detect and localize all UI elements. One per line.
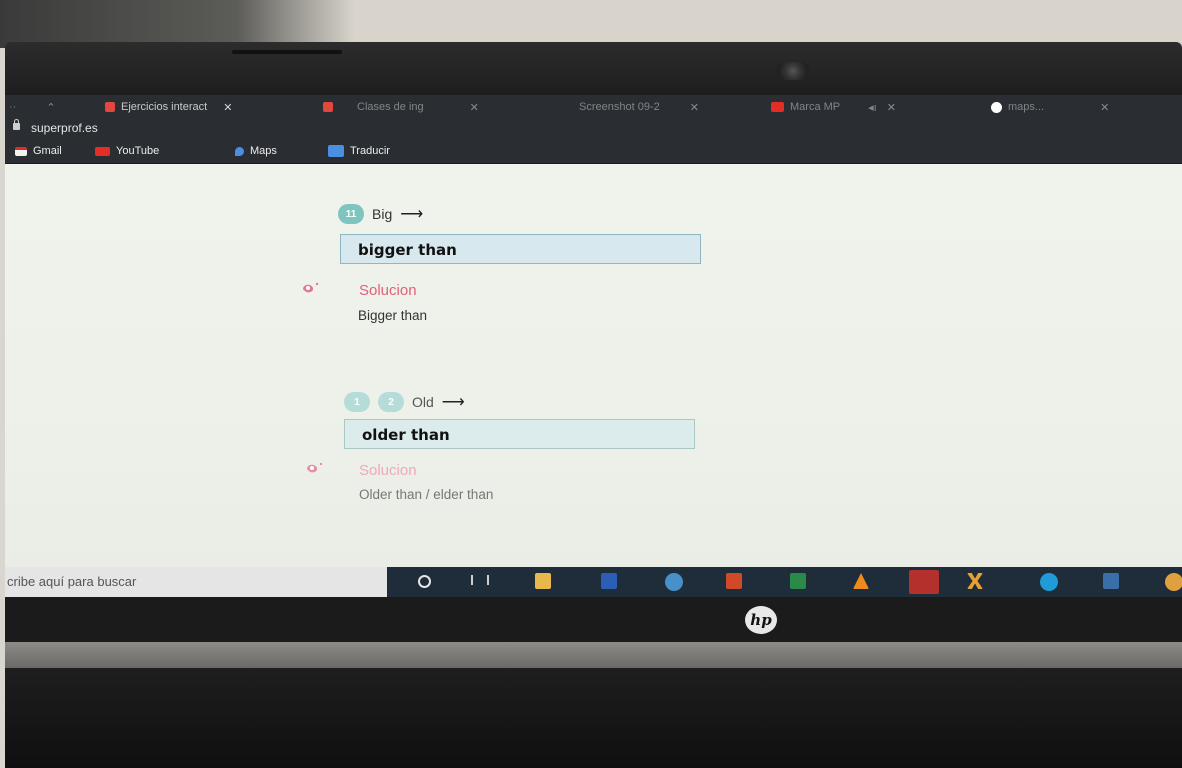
excel-icon[interactable] <box>790 573 806 589</box>
edge-icon[interactable] <box>1040 573 1058 591</box>
bookmark-label: Traducir <box>350 145 390 157</box>
google-icon <box>991 101 1002 113</box>
tab-title: Screenshot 09-2 <box>579 101 660 113</box>
bookmarks-bar: Gmail YouTube Maps Traducir <box>5 139 1182 164</box>
youtube-icon <box>771 102 784 112</box>
acrobat-icon[interactable] <box>909 570 939 594</box>
word-icon[interactable] <box>601 573 617 589</box>
windows-taskbar: cribe aquí para buscar <box>5 567 1182 597</box>
exercise-number-badge: 11 <box>338 204 364 224</box>
close-icon[interactable]: ✕ <box>690 101 699 114</box>
tab-edge-icon: ·· <box>9 101 17 113</box>
tab-title: maps... <box>1008 101 1045 113</box>
url-text[interactable]: superprof.es <box>31 121 98 135</box>
bookmark-gmail[interactable]: Gmail <box>15 145 62 157</box>
browser-tab-1[interactable]: Ejercicios interact ✕ <box>105 99 232 115</box>
lock-icon <box>13 119 20 130</box>
audio-icon[interactable]: ◂ı <box>868 101 877 114</box>
solution-text: Bigger than <box>358 308 428 323</box>
cortana-icon[interactable] <box>418 575 431 588</box>
tab-title: Marca MP <box>790 101 841 113</box>
browser-tab-0[interactable]: ·· ⌃ <box>9 99 56 115</box>
taskbar-search-input[interactable]: cribe aquí para buscar <box>5 567 387 597</box>
powerpoint-icon[interactable] <box>726 573 742 589</box>
bookmark-youtube[interactable]: YouTube <box>95 145 159 157</box>
browser-tab-5[interactable]: maps... ✕ <box>991 99 1109 115</box>
solution-label: Solucion <box>359 462 417 479</box>
browser-tab-3[interactable]: Screenshot 09-2 ✕ <box>579 99 699 115</box>
file-explorer-icon[interactable] <box>535 573 551 589</box>
prompt-word: Old <box>412 394 434 410</box>
webcam <box>776 62 810 80</box>
background-room <box>0 0 1182 48</box>
bookmark-label: Gmail <box>33 145 62 157</box>
browser-tab-4[interactable]: Marca MP ◂ı ✕ <box>771 99 896 115</box>
bookmark-translate[interactable]: Traducir <box>328 145 390 157</box>
vlc-icon[interactable] <box>853 573 869 589</box>
tab-title: Ejercicios interact <box>121 101 208 113</box>
chrome-icon[interactable] <box>665 573 683 591</box>
laptop-bottom-bezel <box>5 597 1182 642</box>
superprof-icon <box>105 102 115 112</box>
laptop-screen: ·· ⌃ Ejercicios interact ✕ Clases de ing… <box>5 95 1182 597</box>
arrow-right-icon: ⟶ <box>400 206 424 223</box>
task-view-icon[interactable] <box>471 575 489 585</box>
arrow-right-icon: ⟶ <box>441 394 465 411</box>
solution-text: Older than / elder than <box>359 487 494 502</box>
translate-icon <box>328 145 344 157</box>
maps-icon <box>235 146 244 156</box>
media-icon[interactable] <box>1103 573 1119 589</box>
superprof-icon <box>323 102 333 112</box>
laptop-base <box>5 668 1182 768</box>
xmind-icon[interactable] <box>967 573 983 589</box>
solution-icon <box>303 282 319 293</box>
app-icon[interactable] <box>1165 573 1182 591</box>
youtube-icon <box>95 146 110 156</box>
exercise-prompt-11: 11 Big ⟶ <box>338 204 423 224</box>
answer-input-12[interactable]: older than <box>344 419 695 449</box>
close-icon[interactable]: ✕ <box>470 101 479 114</box>
tab-title: Clases de ing <box>357 101 424 113</box>
laptop-top-bezel <box>5 42 1182 98</box>
exercise-number-badge: 1 <box>344 392 370 412</box>
bezel-slot <box>232 50 342 54</box>
solution-icon <box>307 462 323 473</box>
hp-logo: hp <box>745 606 777 634</box>
close-icon[interactable]: ✕ <box>887 101 896 114</box>
browser-tab-bar: ·· ⌃ Ejercicios interact ✕ Clases de ing… <box>5 95 1182 117</box>
bookmark-maps[interactable]: Maps <box>235 145 277 157</box>
answer-input-11[interactable]: bigger than <box>340 234 701 264</box>
bookmark-label: YouTube <box>116 145 160 157</box>
close-icon[interactable]: ✕ <box>223 101 232 114</box>
solution-label: Solucion <box>359 282 417 299</box>
gmail-icon <box>15 146 27 156</box>
bookmark-label: Maps <box>250 145 277 157</box>
laptop-hinge <box>5 642 1182 668</box>
close-icon[interactable]: ⌃ <box>46 101 55 114</box>
exercise-number-badge: 2 <box>378 392 404 412</box>
exercise-prompt-12: 1 2 Old ⟶ <box>344 392 465 412</box>
prompt-word: Big <box>372 206 393 222</box>
page-content: 11 Big ⟶ bigger than Solucion Bigger tha… <box>5 164 1182 567</box>
address-bar[interactable]: superprof.es <box>5 117 1182 139</box>
close-icon[interactable]: ✕ <box>1100 101 1109 114</box>
browser-tab-2[interactable]: Clases de ing ✕ <box>323 99 479 115</box>
